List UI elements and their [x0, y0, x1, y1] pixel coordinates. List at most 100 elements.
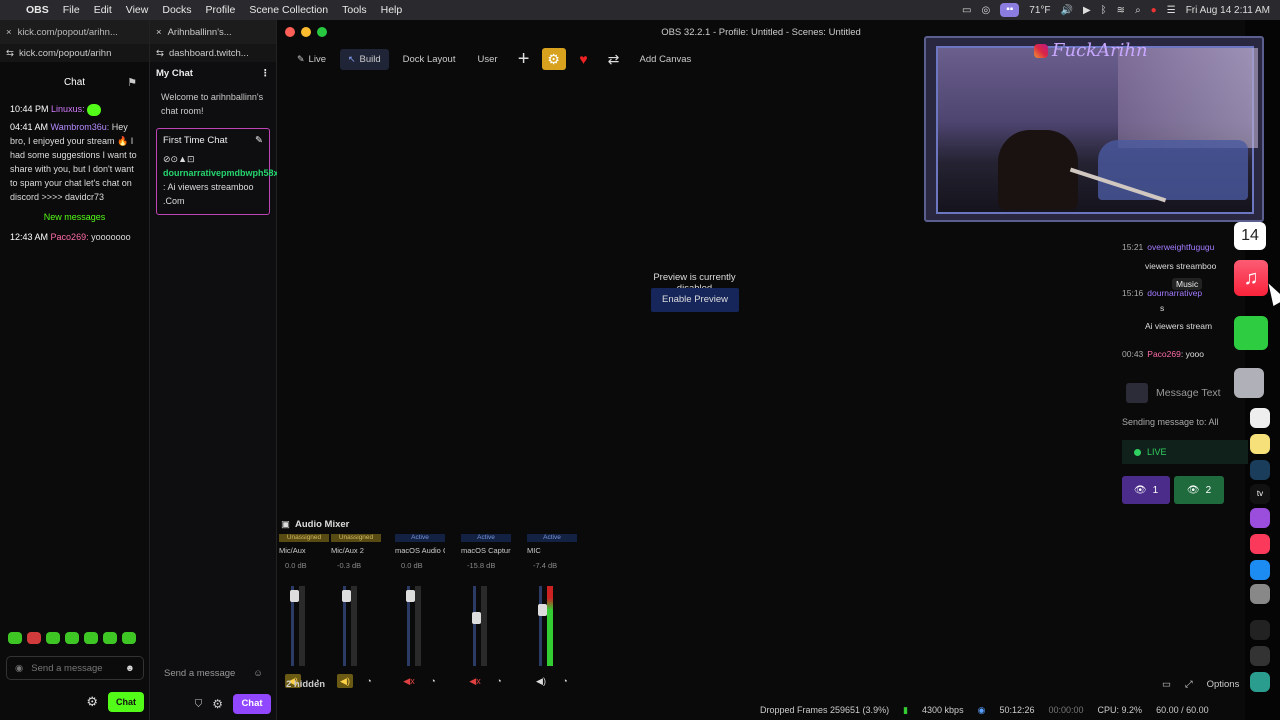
channel-name[interactable]: MIC	[527, 546, 577, 555]
record-icon[interactable]: ●	[1151, 5, 1157, 16]
volume-slider-knob[interactable]	[538, 604, 547, 616]
menu-profile[interactable]: Profile	[206, 4, 236, 16]
volume-icon[interactable]: ◀)	[533, 674, 549, 688]
volume-slider-knob[interactable]	[342, 590, 351, 602]
mute-icon[interactable]: ◀x	[467, 674, 483, 688]
menu-obs[interactable]: OBS	[26, 4, 49, 16]
accessibility-icon[interactable]: ◎	[981, 5, 990, 16]
volume-slider[interactable]	[406, 586, 415, 666]
news-icon[interactable]	[1250, 534, 1270, 554]
search-icon[interactable]: ⌕	[1135, 5, 1141, 16]
close-icon[interactable]: ×	[6, 27, 12, 38]
message-user[interactable]: Wambrom36u:	[51, 122, 110, 132]
message-user[interactable]: dournarrativepmdbwph58xds	[163, 168, 289, 178]
kick-chat-button[interactable]: Chat	[108, 692, 144, 712]
enable-preview-button[interactable]: Enable Preview	[651, 288, 739, 312]
obs-dock-icon[interactable]	[1250, 646, 1270, 666]
live-mode-button[interactable]: ✎ Live	[289, 49, 334, 70]
stocks-icon[interactable]	[1250, 460, 1270, 480]
twitch-message-input[interactable]: Send a message ☺	[156, 660, 271, 686]
channel-name[interactable]: Mic/Aux	[279, 546, 329, 555]
emote-icon[interactable]	[27, 632, 41, 644]
reminders-icon[interactable]	[1250, 408, 1270, 428]
gear-icon[interactable]: ⚙	[541, 48, 566, 70]
messages-icon[interactable]	[1250, 672, 1270, 692]
headphones-icon[interactable]: ◔	[557, 674, 573, 688]
appstore-icon[interactable]	[1250, 560, 1270, 580]
volume-slider[interactable]	[472, 586, 481, 666]
kick-tab[interactable]: × kick.com/popout/arihn...	[0, 20, 149, 44]
headphones-icon[interactable]: ◔	[491, 674, 507, 688]
bits-icon[interactable]: ⛉	[195, 699, 203, 710]
emote-icon[interactable]	[65, 632, 79, 644]
settings-icon[interactable]: ⚙	[212, 697, 223, 711]
message-user[interactable]: Linuxus:	[51, 104, 85, 114]
settings-icon[interactable]: ⚙	[86, 694, 98, 710]
overlay-message-input[interactable]: Message Text	[1126, 380, 1244, 406]
menu-edit[interactable]: Edit	[94, 4, 112, 16]
wifi-icon[interactable]: ≋	[1117, 5, 1125, 16]
control-center-icon[interactable]: ☰	[1167, 5, 1176, 16]
bluetooth-icon[interactable]: ᛒ	[1101, 5, 1107, 16]
build-mode-button[interactable]: ↖ Build	[339, 48, 389, 70]
dock-layout-button[interactable]: Dock Layout	[395, 49, 464, 70]
emoji-icon[interactable]: ☺	[253, 668, 263, 679]
activity-icon[interactable]	[1250, 620, 1270, 640]
edit-icon[interactable]: ✎	[255, 135, 263, 146]
menu-docks[interactable]: Docks	[162, 4, 191, 16]
menu-help[interactable]: Help	[381, 4, 403, 16]
plus-icon[interactable]: +	[512, 48, 536, 70]
settings-icon[interactable]	[1250, 584, 1270, 604]
heart-icon[interactable]: ♥	[572, 48, 596, 70]
contacts-icon[interactable]	[1234, 368, 1264, 398]
display-icon[interactable]: ▭	[962, 5, 971, 16]
message-user[interactable]: Paco269:	[51, 232, 89, 242]
emote-icon[interactable]	[84, 632, 98, 644]
controls-pill-icon[interactable]: ▪▪	[1000, 3, 1020, 17]
music-icon[interactable]: ♫	[1234, 260, 1268, 296]
emote-icon[interactable]	[46, 632, 60, 644]
facetime-icon[interactable]	[1234, 316, 1268, 350]
twitch-url-bar[interactable]: ⇆ dashboard.twitch...	[150, 44, 276, 62]
headphones-icon[interactable]: ◔	[425, 674, 441, 688]
swap-icon[interactable]: ⇄	[602, 48, 626, 70]
twitch-tab[interactable]: × Arihnballinn's...	[150, 20, 276, 44]
volume-slider[interactable]	[342, 586, 351, 666]
volume-icon[interactable]: 🔊	[1061, 5, 1073, 16]
hidden-channels-label[interactable]: 2 hidden	[286, 679, 325, 690]
layout-icon[interactable]: ▭	[1162, 679, 1171, 690]
options-button[interactable]: Options	[1207, 679, 1240, 690]
podcasts-icon[interactable]	[1250, 508, 1270, 528]
kick-url-bar[interactable]: ⇆ kick.com/popout/arihn	[0, 44, 149, 62]
pop-out-icon[interactable]: ⤢	[1185, 679, 1193, 690]
channel-name[interactable]: macOS Audio Capture 5	[395, 546, 445, 555]
play-icon[interactable]: ▶	[1083, 5, 1091, 16]
volume-slider[interactable]	[290, 586, 299, 666]
menu-file[interactable]: File	[63, 4, 80, 16]
channel-name[interactable]: Mic/Aux 2	[331, 546, 381, 555]
flag-icon[interactable]: ⚑	[127, 76, 137, 89]
appletv-icon[interactable]: tv	[1250, 484, 1270, 504]
close-icon[interactable]: ×	[156, 27, 162, 38]
volume-slider-knob[interactable]	[472, 612, 481, 624]
emoji-icon[interactable]: ☻	[125, 663, 135, 674]
volume-slider-knob[interactable]	[406, 590, 415, 602]
mute-icon[interactable]: ◀)	[337, 674, 353, 688]
weather-label[interactable]: 71°F	[1029, 5, 1050, 16]
volume-slider-knob[interactable]	[290, 590, 299, 602]
menu-tools[interactable]: Tools	[342, 4, 367, 16]
twitch-chat-button[interactable]: Chat	[233, 694, 271, 714]
volume-slider[interactable]	[538, 586, 547, 666]
menu-view[interactable]: View	[126, 4, 149, 16]
emote-icon[interactable]	[103, 632, 117, 644]
emote-icon[interactable]	[8, 632, 22, 644]
more-icon[interactable]: ⋮	[261, 68, 271, 79]
emote-icon[interactable]	[122, 632, 136, 644]
headphones-icon[interactable]: ◔	[361, 674, 377, 688]
notes-icon[interactable]	[1250, 434, 1270, 454]
clock[interactable]: Fri Aug 14 2:11 AM	[1186, 5, 1270, 16]
add-canvas-button[interactable]: Add Canvas	[632, 49, 700, 70]
menu-scene-collection[interactable]: Scene Collection	[249, 4, 328, 16]
calendar-icon[interactable]: 14	[1234, 222, 1266, 250]
mute-icon[interactable]: ◀x	[401, 674, 417, 688]
